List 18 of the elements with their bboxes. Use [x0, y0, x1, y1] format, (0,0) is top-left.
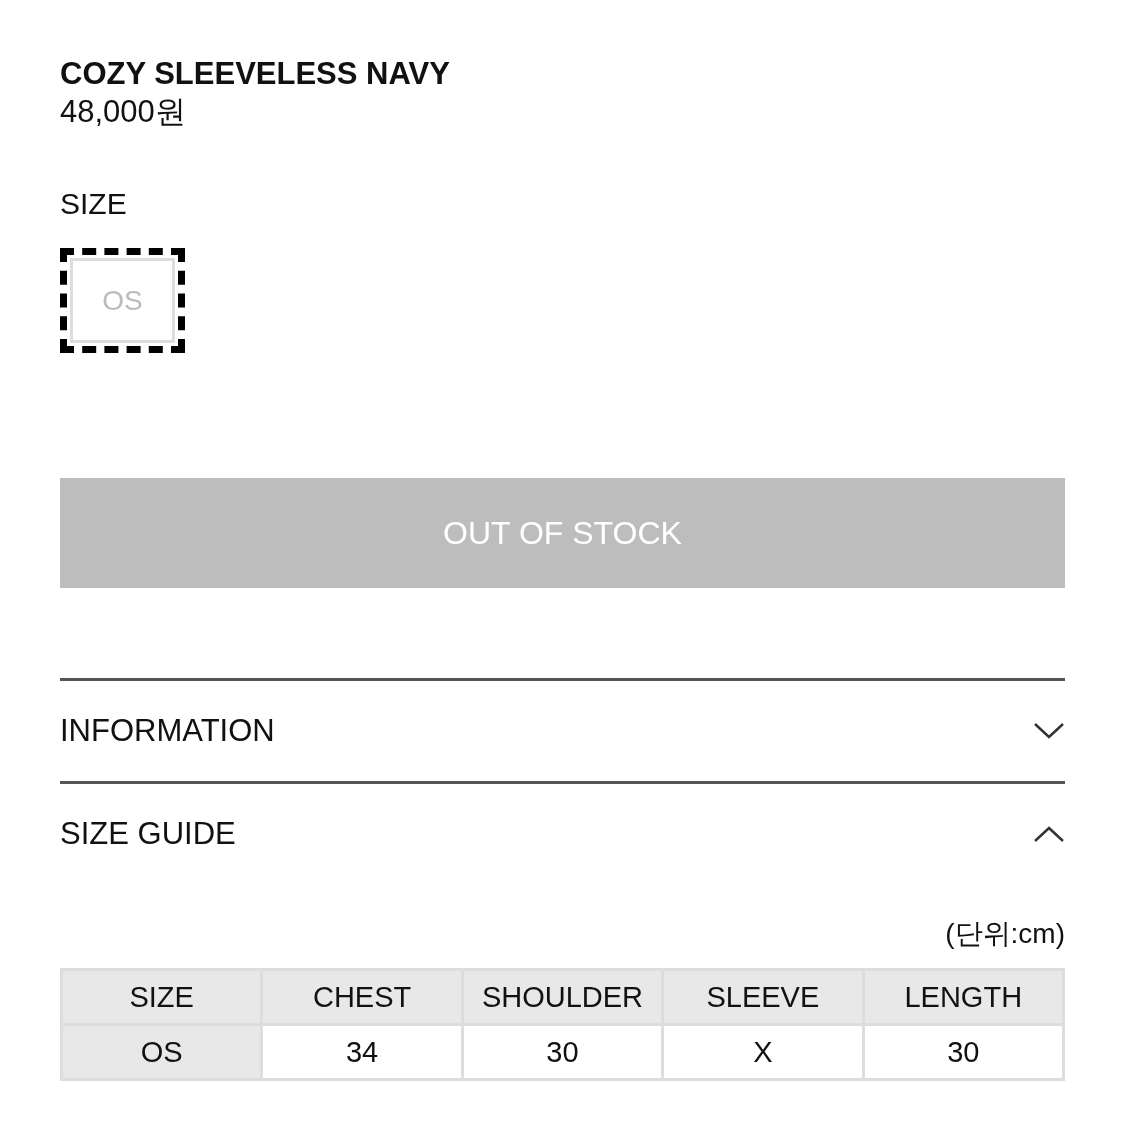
- column-header: SLEEVE: [662, 969, 864, 1025]
- table-cell: OS: [61, 1024, 262, 1080]
- table-cell: X: [662, 1024, 864, 1080]
- unit-note: (단위:cm): [944, 917, 1065, 951]
- column-header: CHEST: [261, 969, 463, 1025]
- column-header: SIZE: [61, 969, 262, 1025]
- table-cell: 30: [863, 1024, 1064, 1080]
- column-header: SHOULDER: [462, 969, 663, 1025]
- section-title[interactable]: SIZE GUIDE: [60, 816, 236, 852]
- chevron-up-icon[interactable]: [1033, 825, 1065, 843]
- table-cell: 34: [261, 1024, 463, 1080]
- chevron-down-icon[interactable]: [1033, 722, 1065, 740]
- section-title[interactable]: INFORMATION: [60, 713, 275, 749]
- size-label: SIZE: [60, 186, 128, 222]
- table-cell: 30: [462, 1024, 663, 1080]
- product-price: 48,000원: [60, 93, 187, 131]
- column-header: LENGTH: [863, 969, 1064, 1025]
- product-title: COZY SLEEVELESS NAVY: [60, 56, 451, 92]
